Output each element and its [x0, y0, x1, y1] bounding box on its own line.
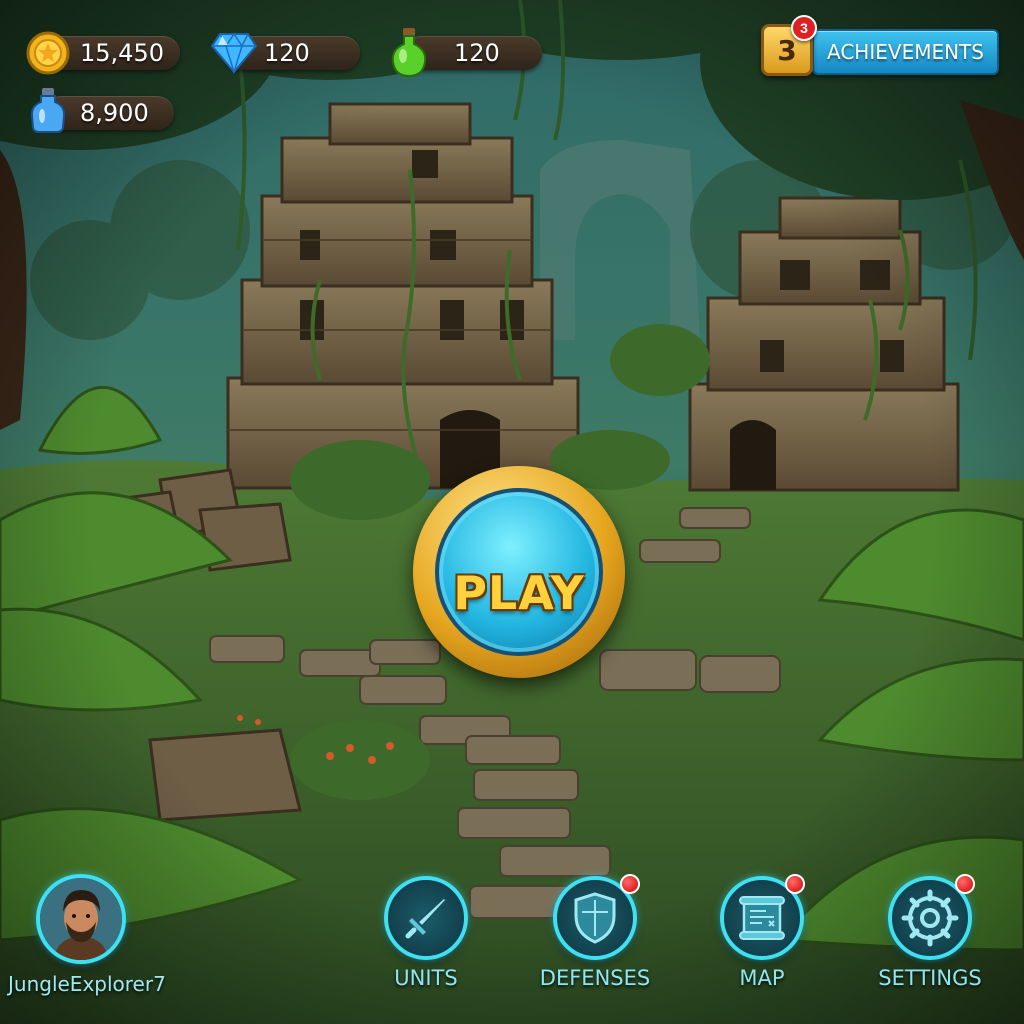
blue-potion-icon: [30, 88, 66, 133]
units-label: UNITS: [394, 966, 458, 990]
achievements-notification-badge: 3: [791, 15, 817, 41]
achievements-button[interactable]: ACHIEVEMENTS: [812, 29, 999, 75]
scroll-map-icon: [739, 896, 785, 940]
achievements-count: 3: [777, 33, 797, 67]
units-button[interactable]: [384, 876, 468, 960]
player-avatar[interactable]: [36, 874, 126, 964]
play-button[interactable]: PLAY: [413, 466, 625, 678]
elixir-amount: 120: [454, 39, 500, 67]
achievements-label: ACHIEVEMENTS: [827, 40, 984, 64]
player-username: JungleExplorer7: [8, 972, 166, 996]
blue-gem-icon: [210, 32, 258, 74]
gold-coin-icon: [26, 31, 70, 75]
play-label: PLAY: [453, 566, 585, 620]
avatar-portrait-icon: [40, 878, 122, 960]
sword-icon: [405, 896, 448, 939]
gear-icon: [901, 889, 959, 947]
play-button-inner: PLAY: [435, 488, 603, 656]
defenses-label: DEFENSES: [539, 966, 651, 990]
gold-amount: 15,450: [80, 39, 164, 67]
settings-notification-dot: [955, 874, 975, 894]
map-label: MAP: [739, 966, 785, 990]
map-notification-dot: [785, 874, 805, 894]
mana-amount: 8,900: [80, 99, 149, 127]
defenses-notification-dot: [620, 874, 640, 894]
gem-amount: 120: [264, 39, 310, 67]
shield-icon: [574, 892, 616, 944]
settings-label: SETTINGS: [878, 966, 982, 990]
green-potion-icon: [391, 28, 427, 78]
achievements-badge-count: 3: [800, 20, 808, 36]
